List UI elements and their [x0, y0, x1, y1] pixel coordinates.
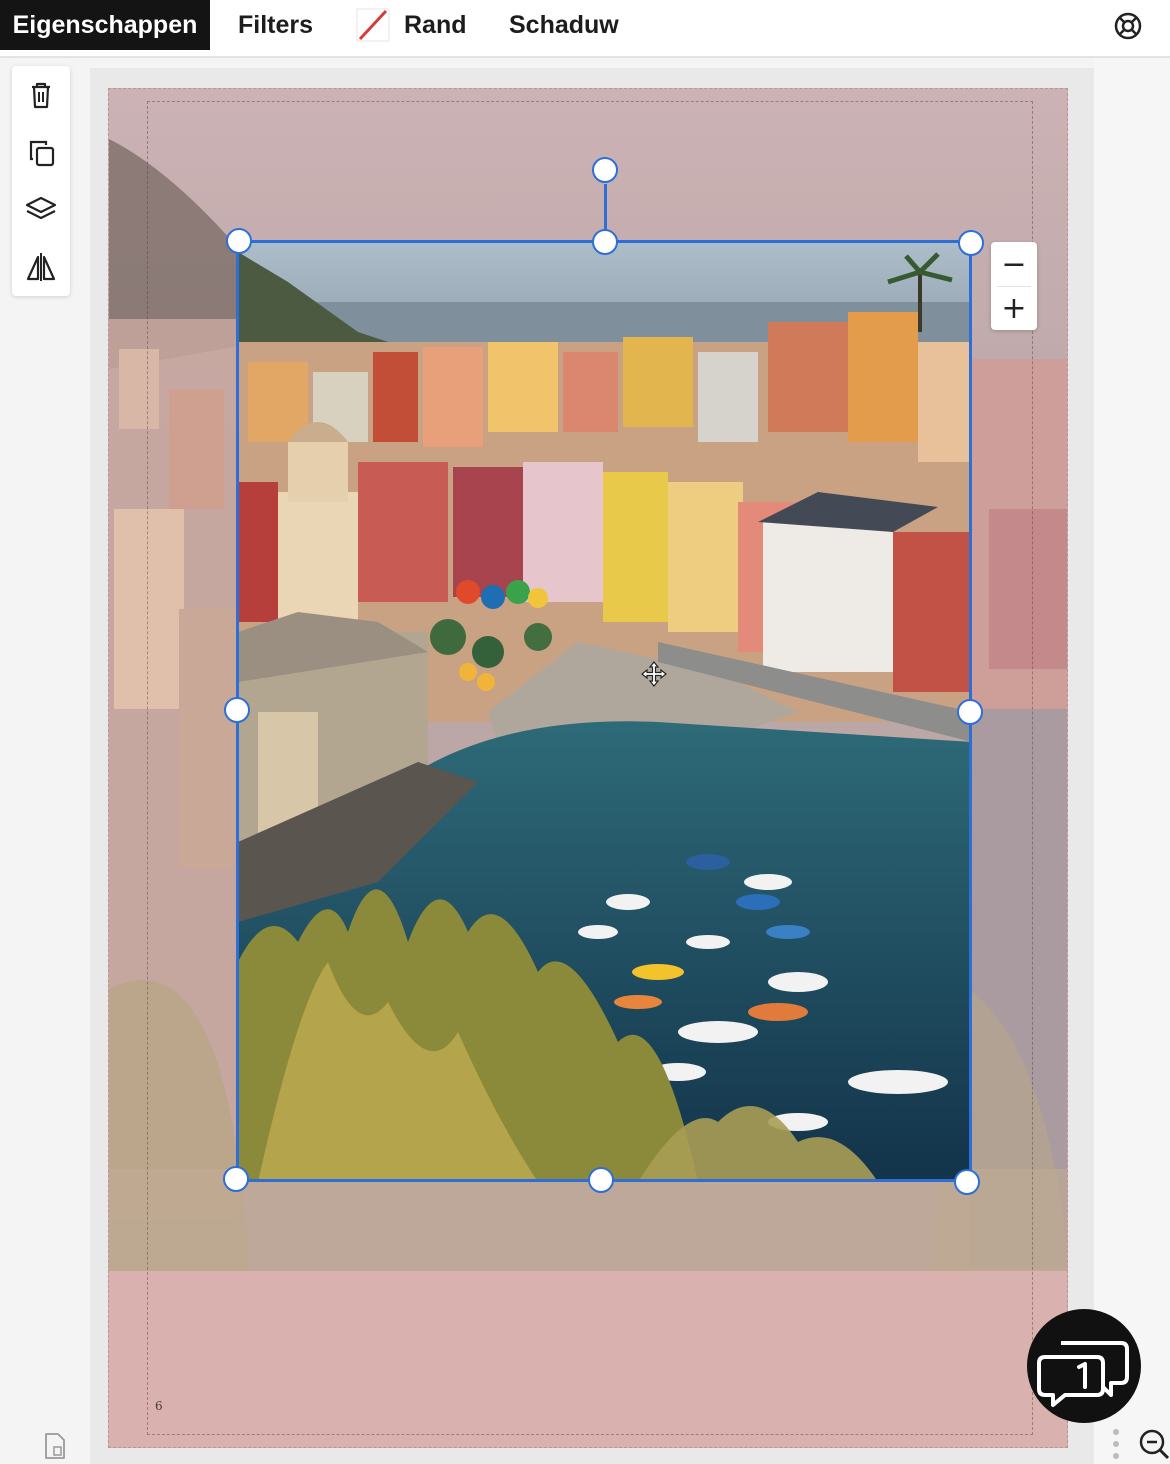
right-panel-strip	[1094, 58, 1170, 1464]
tab-eigenschappen[interactable]: Eigenschappen	[0, 0, 210, 50]
resize-handle-left[interactable]	[224, 697, 250, 723]
selection-box[interactable]	[236, 240, 972, 1182]
resize-handle-top[interactable]	[592, 229, 618, 255]
trash-icon[interactable]	[22, 76, 60, 114]
resize-handle-top-left[interactable]	[226, 228, 252, 254]
top-toolbar: Eigenschappen Filters Rand Schaduw	[0, 0, 1170, 58]
resize-handle-top-right[interactable]	[958, 230, 984, 256]
copy-icon[interactable]	[22, 134, 60, 172]
tab-label: Eigenschappen	[12, 10, 198, 39]
image-zoom-controls: − +	[991, 242, 1037, 330]
layers-icon[interactable]	[22, 190, 60, 228]
tab-schaduw[interactable]: Schaduw	[509, 0, 619, 50]
tab-label: Filters	[238, 10, 314, 39]
tab-label: Rand	[404, 10, 467, 39]
page-delete-icon[interactable]	[44, 1432, 66, 1460]
rotate-handle[interactable]	[592, 157, 618, 183]
flip-icon[interactable]	[22, 248, 60, 286]
zoom-image-out-button[interactable]: −	[991, 242, 1037, 286]
object-tools	[12, 66, 70, 296]
chat-bubbles-icon	[1037, 1341, 1129, 1407]
chat-button[interactable]	[1027, 1309, 1141, 1423]
move-icon[interactable]	[640, 660, 668, 688]
diagonal-slash-icon	[356, 8, 390, 42]
resize-handle-bottom-right[interactable]	[954, 1169, 980, 1195]
tab-rand[interactable]: Rand	[356, 0, 467, 50]
resize-handle-bottom-left[interactable]	[223, 1166, 249, 1192]
page-number: 6	[155, 1399, 163, 1413]
resize-handle-right[interactable]	[957, 699, 983, 725]
resize-handle-bottom[interactable]	[588, 1167, 614, 1193]
more-options-icon[interactable]	[1110, 1426, 1122, 1464]
zoom-out-icon[interactable]	[1136, 1426, 1170, 1460]
tab-label: Schaduw	[509, 10, 619, 39]
lifebuoy-icon[interactable]	[1111, 9, 1145, 43]
zoom-image-in-button[interactable]: +	[991, 286, 1037, 330]
tab-filters[interactable]: Filters	[238, 0, 313, 50]
